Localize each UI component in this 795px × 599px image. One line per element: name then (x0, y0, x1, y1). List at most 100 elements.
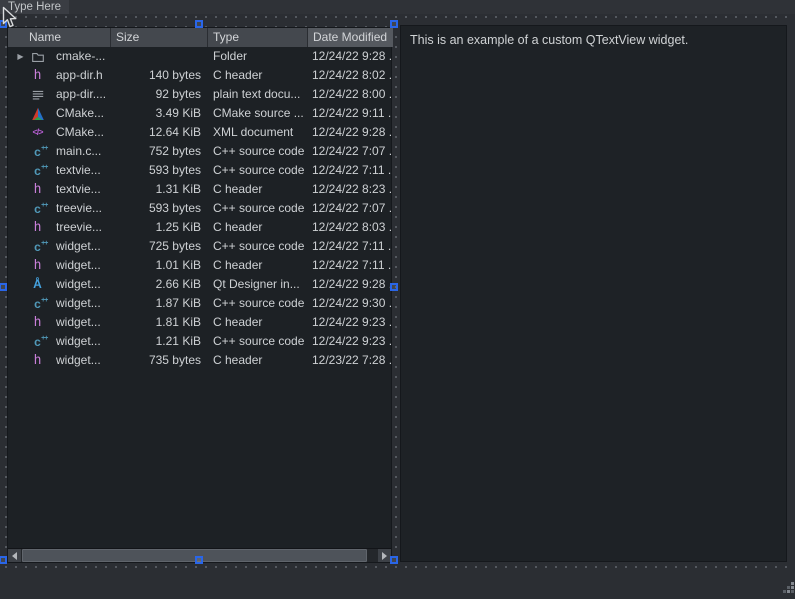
cell-date: 12/24/22 9:30 . (308, 294, 393, 313)
cell-size: 1.81 KiB (111, 313, 208, 332)
c-header-icon: h (30, 315, 45, 330)
column-header-type[interactable]: Type (208, 28, 308, 47)
file-name: widget... (56, 294, 101, 313)
cell-type: C++ source code (208, 142, 308, 161)
table-row[interactable]: htreevie...1.25 KiBC header12/24/22 8:03… (8, 218, 391, 237)
table-row[interactable]: app-dir....92 bytesplain text docu...12/… (8, 85, 391, 104)
file-name: widget... (56, 332, 101, 351)
cell-type: C++ source code (208, 161, 308, 180)
selection-handle-mid-right[interactable] (390, 283, 398, 291)
table-row[interactable]: CMake...3.49 KiBCMake source ...12/24/22… (8, 104, 391, 123)
cell-name: Åwidget... (8, 275, 111, 294)
cell-type: plain text docu... (208, 85, 308, 104)
table-row[interactable]: ▶cmake-...Folder12/24/22 9:28 . (8, 47, 391, 66)
cell-size: 2.66 KiB (111, 275, 208, 294)
cell-type: C header (208, 66, 308, 85)
cell-size: 725 bytes (111, 237, 208, 256)
scroll-left-button[interactable] (8, 549, 21, 562)
cell-name: CMake... (8, 104, 111, 123)
cell-type: Qt Designer in... (208, 275, 308, 294)
cell-name: c++treevie... (8, 199, 111, 218)
c-header-icon: h (30, 353, 45, 368)
table-row[interactable]: c++widget...725 bytesC++ source code12/2… (8, 237, 391, 256)
cell-type: C++ source code (208, 332, 308, 351)
cmake-icon (30, 106, 45, 121)
table-row[interactable]: c++textvie...593 bytesC++ source code12/… (8, 161, 391, 180)
cell-name: c++widget... (8, 332, 111, 351)
selection-handle-bottom-left[interactable] (0, 556, 7, 564)
cell-name: c++ widget... (8, 237, 111, 256)
cell-size: 593 bytes (111, 161, 208, 180)
table-row[interactable]: c++widget...1.21 KiBC++ source code12/24… (8, 332, 391, 351)
cell-date: 12/24/22 8:23 . (308, 180, 393, 199)
cell-date: 12/24/22 8:02 . (308, 66, 393, 85)
cell-type: Folder (208, 47, 308, 66)
c-header-icon: h (30, 68, 45, 83)
table-row[interactable]: c++widget...1.87 KiBC++ source code12/24… (8, 294, 391, 313)
cell-size: 140 bytes (111, 66, 208, 85)
file-tree-widget[interactable]: NameSizeTypeDate Modified ▶cmake-...Fold… (7, 27, 392, 563)
file-name: app-dir.h (56, 66, 103, 85)
cell-date: 12/24/22 8:00 . (308, 85, 393, 104)
cell-name: c++widget... (8, 294, 111, 313)
table-row[interactable]: c++treevie...593 bytesC++ source code12/… (8, 199, 391, 218)
table-row[interactable]: hwidget...1.01 KiBC header12/24/22 7:11 … (8, 256, 391, 275)
cell-size: 1.31 KiB (111, 180, 208, 199)
cell-size: 735 bytes (111, 351, 208, 370)
table-row[interactable]: htextvie...1.31 KiBC header12/24/22 8:23… (8, 180, 391, 199)
cell-type: C header (208, 351, 308, 370)
mouse-cursor-icon (2, 6, 20, 35)
cell-date: 12/24/22 9:11 . (308, 104, 393, 123)
cell-name: </> CMake... (8, 123, 111, 142)
cell-date: 12/24/22 9:23 . (308, 332, 393, 351)
cell-name: hwidget... (8, 256, 111, 275)
cpp-icon: c++ (30, 144, 45, 159)
cell-type: C++ source code (208, 199, 308, 218)
size-grip[interactable] (779, 578, 795, 594)
cpp-icon: c++ (30, 239, 45, 254)
file-name: widget... (56, 351, 101, 370)
cell-type: C header (208, 256, 308, 275)
column-header-date-modified[interactable]: Date Modified (308, 28, 393, 47)
table-row[interactable]: h widget... 735 bytesC header12/23/22 7:28… (8, 351, 391, 370)
cell-date: 12/24/22 8:03 . (308, 218, 393, 237)
cell-date: 12/23/22 7:28 . (308, 351, 393, 370)
cell-type: CMake source ... (208, 104, 308, 123)
expander-icon[interactable]: ▶ (11, 47, 30, 66)
tree-body: ▶cmake-...Folder12/24/22 9:28 . h app-dir.… (8, 47, 391, 370)
cell-date: 12/24/22 9:28 . (308, 47, 393, 66)
selection-handle-top-right[interactable] (390, 20, 398, 28)
file-name: CMake... (56, 104, 104, 123)
table-row[interactable]: Åwidget...2.66 KiBQt Designer in...12/24… (8, 275, 391, 294)
cpp-icon: c++ (30, 163, 45, 178)
cell-name: h app-dir.h (8, 66, 111, 85)
table-row[interactable]: </>CMake...12.64 KiBXML document12/24/22… (8, 123, 391, 142)
cell-size: 92 bytes (111, 85, 208, 104)
c-header-icon: h (30, 182, 45, 197)
table-row[interactable]: c++main.c...752 bytesC++ source code12/2… (8, 142, 391, 161)
file-name: widget... (56, 237, 101, 256)
cell-name: h widget... (8, 351, 111, 370)
selection-handle-top-mid[interactable] (195, 20, 203, 28)
cell-date: 12/24/22 9:28 . (308, 275, 393, 294)
table-row[interactable]: hwidget...1.81 KiBC header12/24/22 9:23 … (8, 313, 391, 332)
file-name: textvie... (56, 180, 101, 199)
cell-name: htreevie... (8, 218, 111, 237)
folder-icon (30, 49, 45, 64)
selection-handle-mid-left[interactable] (0, 283, 7, 291)
xml-icon: </> (30, 125, 45, 140)
cell-size: 752 bytes (111, 142, 208, 161)
selection-handle-bottom-right[interactable] (390, 556, 398, 564)
cell-name: c++textvie... (8, 161, 111, 180)
column-header-name[interactable]: Name (8, 28, 111, 47)
selection-handle-bottom-mid[interactable] (195, 556, 203, 564)
column-header-size[interactable]: Size (111, 28, 208, 47)
table-row[interactable]: h app-dir.h 140 bytesC header12/24/22 8:02… (8, 66, 391, 85)
cell-type: C header (208, 313, 308, 332)
file-name: CMake... (56, 123, 104, 142)
textview-widget[interactable]: This is an example of a custom QTextView… (400, 25, 787, 562)
cell-date: 12/24/22 7:07 . (308, 199, 393, 218)
menu-bar[interactable]: Type Here (0, 0, 795, 14)
text-doc-icon (30, 87, 45, 102)
cpp-icon: c++ (30, 201, 45, 216)
